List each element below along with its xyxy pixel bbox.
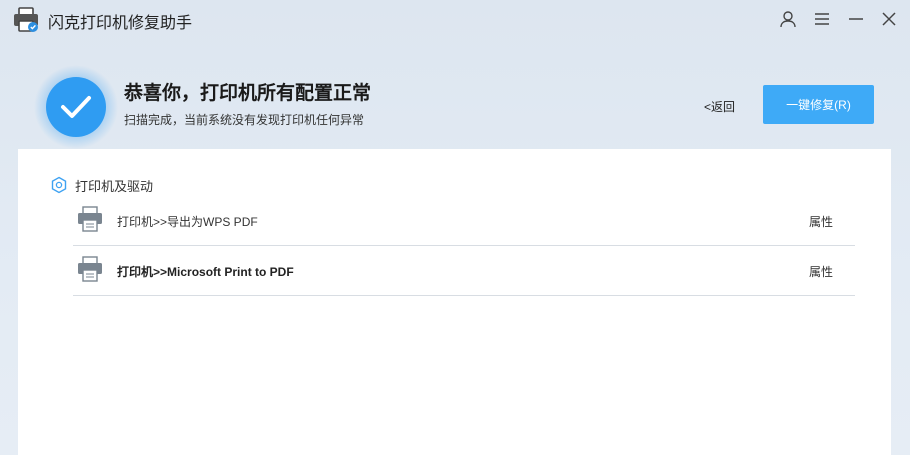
check-circle-icon bbox=[34, 65, 118, 149]
app-printer-icon bbox=[12, 6, 40, 34]
status-subline: 扫描完成，当前系统没有发现打印机任何异常 bbox=[124, 113, 365, 127]
user-icon[interactable] bbox=[777, 8, 799, 30]
hexagon-icon bbox=[50, 176, 68, 194]
main-panel: 打印机及驱动 打印机>>导出为WPS PDF 属性 打印机>>Microsoft… bbox=[18, 149, 891, 455]
title-bar: 闪克打印机修复助手 bbox=[0, 0, 910, 38]
printer-icon bbox=[77, 255, 103, 283]
app-title: 闪克打印机修复助手 bbox=[48, 15, 193, 32]
printer-icon bbox=[77, 205, 103, 233]
printer-row: 打印机>>导出为WPS PDF 属性 bbox=[73, 197, 855, 246]
status-header: 恭喜你，打印机所有配置正常 扫描完成，当前系统没有发现打印机任何异常 <返回 一… bbox=[0, 56, 910, 149]
one-click-repair-button[interactable]: 一键修复(R) bbox=[763, 85, 874, 124]
section-header: 打印机及驱动 bbox=[50, 175, 153, 195]
back-link[interactable]: <返回 bbox=[704, 98, 735, 115]
minimize-icon[interactable] bbox=[845, 8, 867, 30]
printer-name: 打印机>>Microsoft Print to PDF bbox=[117, 265, 294, 279]
printer-properties-link[interactable]: 属性 bbox=[809, 263, 833, 280]
status-headline: 恭喜你，打印机所有配置正常 bbox=[124, 83, 372, 104]
section-title: 打印机及驱动 bbox=[75, 178, 154, 194]
printer-name: 打印机>>导出为WPS PDF bbox=[117, 215, 258, 229]
printer-properties-link[interactable]: 属性 bbox=[809, 213, 833, 230]
printer-row: 打印机>>Microsoft Print to PDF 属性 bbox=[73, 247, 855, 296]
close-icon[interactable] bbox=[878, 8, 900, 30]
menu-icon[interactable] bbox=[811, 8, 833, 30]
